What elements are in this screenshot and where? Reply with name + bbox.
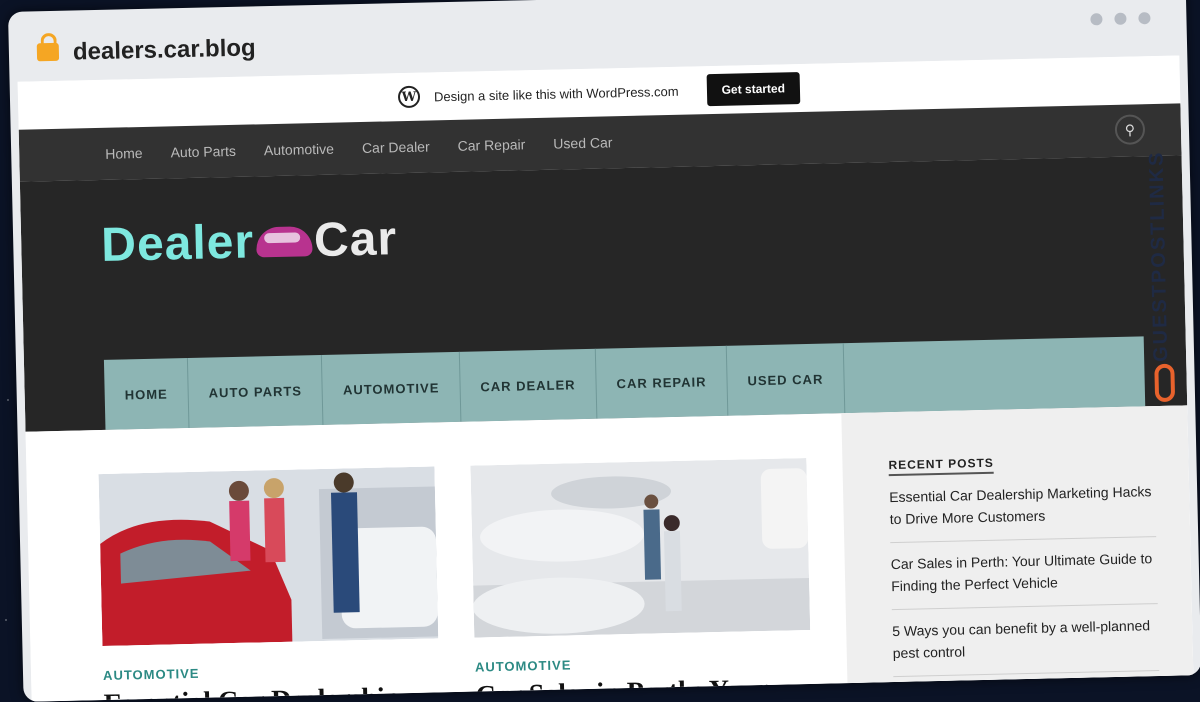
menu-item-car-repair[interactable]: CAR REPAIR: [595, 345, 729, 419]
top-nav-home[interactable]: Home: [105, 145, 143, 162]
top-nav-used-car[interactable]: Used Car: [553, 134, 612, 151]
post-card: AUTOMOTIVE Essential Car Dealership: [98, 466, 441, 702]
window-dot-icon[interactable]: [1090, 13, 1103, 26]
browser-window: dealers.car.blog W Design a site like th…: [8, 0, 1200, 702]
url-text[interactable]: dealers.car.blog: [73, 34, 256, 66]
get-started-button[interactable]: Get started: [706, 72, 801, 107]
search-icon[interactable]: ⚲: [1114, 114, 1146, 145]
post-image-dealership[interactable]: [98, 466, 439, 647]
car-logo-icon: [255, 225, 313, 257]
top-nav-auto-parts[interactable]: Auto Parts: [170, 143, 236, 160]
menu-item-automotive[interactable]: AUTOMOTIVE: [322, 351, 462, 425]
recent-post-link[interactable]: Should You Hire Pest Control Services: [893, 671, 1161, 702]
web-page: W Design a site like this with WordPress…: [17, 55, 1194, 702]
recent-posts-heading: RECENT POSTS: [888, 455, 995, 477]
menu-item-used-car[interactable]: USED CAR: [726, 343, 846, 416]
link-icon: [1154, 363, 1176, 403]
post-image-showroom[interactable]: [470, 458, 811, 638]
window-dot-icon[interactable]: [1114, 12, 1127, 25]
lock-icon: [36, 42, 60, 62]
post-card: AUTOMOTIVE Car Sales in Perth: Your: [470, 458, 812, 702]
watermark-text: GUESTPOSTLINKS: [1145, 150, 1173, 363]
post-category[interactable]: AUTOMOTIVE: [103, 660, 439, 683]
content-area: AUTOMOTIVE Essential Car Dealership AUTO…: [25, 405, 1194, 702]
window-controls: [1090, 12, 1151, 26]
post-title[interactable]: Car Sales in Perth: Your: [475, 673, 812, 702]
recent-post-link[interactable]: Car Sales in Perth: Your Ultimate Guide …: [890, 537, 1158, 611]
site-logo[interactable]: Dealer Car: [101, 211, 398, 273]
logo-dealer-text: Dealer: [100, 215, 255, 272]
site-header: Dealer Car HOME AUTO PARTS AUTOMOTIVE CA…: [19, 155, 1188, 432]
menu-item-home[interactable]: HOME: [103, 358, 190, 430]
window-dot-icon[interactable]: [1138, 12, 1151, 25]
recent-post-link[interactable]: Essential Car Dealership Marketing Hacks…: [888, 470, 1157, 544]
menu-item-car-dealer[interactable]: CAR DEALER: [459, 348, 598, 422]
menu-item-auto-parts[interactable]: AUTO PARTS: [187, 354, 324, 428]
recent-post-link[interactable]: 5 Ways you can benefit by a well-planned…: [891, 604, 1160, 678]
top-nav-automotive[interactable]: Automotive: [264, 141, 334, 159]
top-nav-car-repair[interactable]: Car Repair: [457, 136, 525, 154]
logo-car-text: Car: [313, 212, 398, 268]
wordpress-banner-text[interactable]: Design a site like this with WordPress.c…: [434, 83, 679, 104]
sidebar: RECENT POSTS Essential Car Dealership Ma…: [841, 405, 1194, 702]
wordpress-logo-icon[interactable]: W: [397, 85, 421, 109]
top-nav-car-dealer[interactable]: Car Dealer: [362, 138, 430, 156]
watermark: GUESTPOSTLINKS: [1143, 112, 1184, 413]
post-category[interactable]: AUTOMOTIVE: [475, 652, 811, 674]
post-title[interactable]: Essential Car Dealership: [103, 681, 440, 701]
